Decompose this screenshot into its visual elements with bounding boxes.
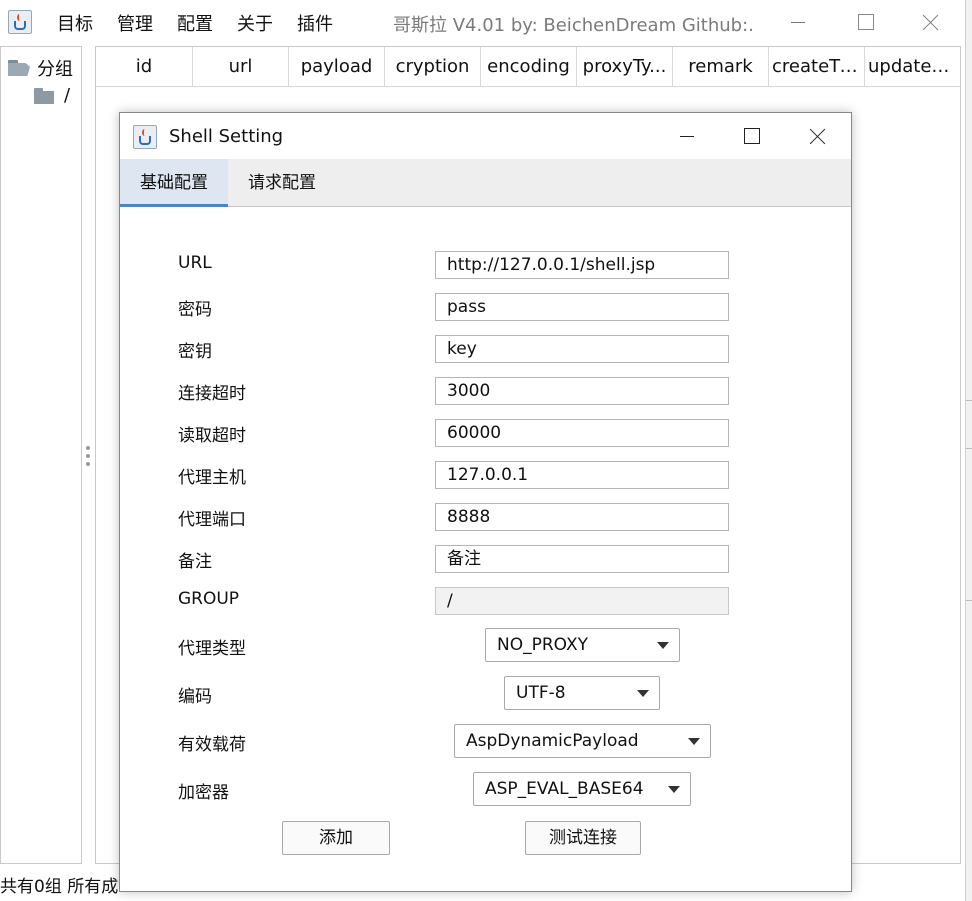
- chevron-down-icon: [637, 690, 649, 697]
- read-timeout-input[interactable]: 60000: [435, 419, 729, 447]
- status-bar: 共有0组 所有成: [0, 877, 119, 897]
- payload-select[interactable]: AspDynamicPayload: [454, 724, 711, 758]
- column-header-remark[interactable]: remark: [673, 47, 769, 87]
- password-label: 密码: [178, 300, 212, 320]
- column-header-updatetime[interactable]: updateT...: [865, 47, 960, 87]
- dialog-minimize-icon[interactable]: [666, 120, 706, 152]
- folder-open-icon: [8, 60, 30, 76]
- password-input[interactable]: pass: [435, 293, 729, 321]
- column-header-createtime[interactable]: createTi...: [769, 47, 865, 87]
- read-timeout-label: 读取超时: [178, 426, 246, 446]
- java-app-icon: [8, 10, 32, 34]
- test-connection-button[interactable]: 测试连接: [525, 821, 641, 855]
- background-window-edge: [965, 0, 972, 901]
- key-label: 密钥: [178, 342, 212, 362]
- chevron-down-icon: [688, 738, 700, 745]
- minimize-icon[interactable]: [777, 6, 817, 38]
- column-header-payload[interactable]: payload: [289, 47, 385, 87]
- proxy-type-select[interactable]: NO_PROXY: [485, 628, 680, 662]
- folder-icon: [34, 87, 54, 104]
- tree-node-root[interactable]: 分组: [8, 55, 73, 81]
- tab-basic-config[interactable]: 基础配置: [120, 159, 228, 207]
- column-header-url[interactable]: url: [193, 47, 289, 87]
- payload-label: 有效载荷: [178, 735, 246, 755]
- menu-plugins[interactable]: 插件: [297, 10, 333, 36]
- splitter-handle[interactable]: [86, 446, 91, 470]
- cryption-select[interactable]: ASP_EVAL_BASE64: [473, 772, 691, 806]
- dialog-close-icon[interactable]: [796, 120, 836, 152]
- main-titlebar: 目标 管理 配置 关于 插件 哥斯拉 V4.01 by: BeichenDrea…: [0, 0, 965, 44]
- connect-timeout-input[interactable]: 3000: [435, 377, 729, 405]
- proxy-type-label: 代理类型: [178, 639, 246, 659]
- group-label: GROUP: [178, 589, 240, 609]
- chevron-down-icon: [668, 786, 680, 793]
- connect-timeout-label: 连接超时: [178, 384, 246, 404]
- column-header-id[interactable]: id: [96, 47, 193, 87]
- proxy-host-label: 代理主机: [178, 468, 246, 488]
- dialog-titlebar[interactable]: Shell Setting: [120, 113, 851, 159]
- dialog-maximize-icon[interactable]: [731, 120, 771, 152]
- tree-node-root-label: 分组: [37, 59, 73, 80]
- remark-label: 备注: [178, 552, 212, 572]
- chevron-down-icon: [657, 642, 669, 649]
- cryption-value: ASP_EVAL_BASE64: [485, 779, 644, 799]
- menu-about[interactable]: 关于: [237, 10, 273, 36]
- menu-config[interactable]: 配置: [177, 10, 213, 36]
- encoding-value: UTF-8: [516, 683, 566, 703]
- url-input[interactable]: http://127.0.0.1/shell.jsp: [435, 251, 729, 279]
- proxy-host-input[interactable]: 127.0.0.1: [435, 461, 729, 489]
- proxy-type-value: NO_PROXY: [497, 635, 588, 655]
- column-header-cryption[interactable]: cryption: [385, 47, 481, 87]
- cryption-label: 加密器: [178, 783, 229, 803]
- dialog-title: Shell Setting: [169, 126, 284, 147]
- payload-value: AspDynamicPayload: [466, 731, 639, 751]
- tree-node-child-label: /: [64, 85, 71, 106]
- menu-manage[interactable]: 管理: [117, 10, 153, 36]
- group-tree[interactable]: 分组 /: [0, 46, 82, 864]
- proxy-port-label: 代理端口: [178, 510, 246, 530]
- column-header-proxytype[interactable]: proxyTy...: [577, 47, 673, 87]
- column-header-encoding[interactable]: encoding: [481, 47, 577, 87]
- encoding-select[interactable]: UTF-8: [504, 676, 660, 710]
- menu-target[interactable]: 目标: [57, 10, 93, 36]
- proxy-port-input[interactable]: 8888: [435, 503, 729, 531]
- url-label: URL: [178, 253, 212, 273]
- tab-request-config[interactable]: 请求配置: [228, 159, 336, 207]
- group-input: /: [435, 587, 729, 615]
- remark-input[interactable]: 备注: [435, 545, 729, 573]
- maximize-icon[interactable]: [845, 6, 885, 38]
- table-header: id url payload cryption encoding proxyTy…: [96, 47, 960, 87]
- encoding-label: 编码: [178, 687, 212, 707]
- tree-node-child[interactable]: /: [34, 85, 70, 106]
- main-window-title: 哥斯拉 V4.01 by: BeichenDream Github:...: [393, 15, 755, 36]
- dialog-tabs: 基础配置 请求配置: [120, 159, 851, 207]
- shell-setting-dialog: Shell Setting 基础配置 请求配置 URL http://127.0…: [119, 112, 852, 892]
- add-button[interactable]: 添加: [282, 821, 390, 855]
- key-input[interactable]: key: [435, 335, 729, 363]
- close-icon[interactable]: [909, 6, 949, 38]
- java-app-icon: [133, 125, 157, 149]
